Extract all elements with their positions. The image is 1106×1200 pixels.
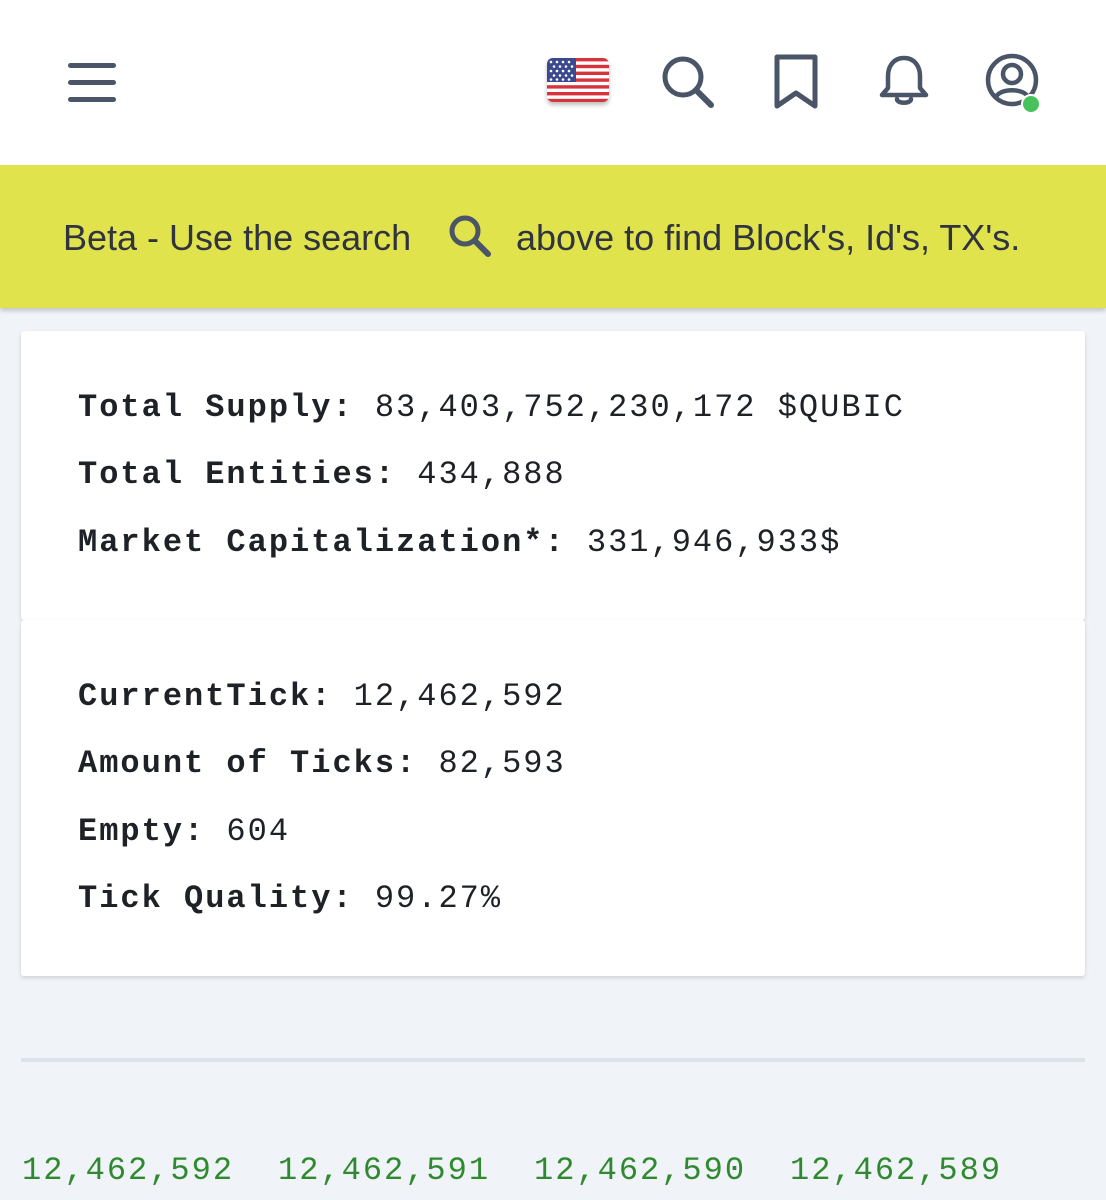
amount-ticks-row: Amount of Ticks: 82,593: [78, 745, 566, 782]
market-cap-row: Market Capitalization*: 331,946,933$: [78, 524, 841, 561]
current-tick-label: CurrentTick:: [78, 678, 333, 715]
us-flag-icon[interactable]: [547, 58, 609, 102]
search-icon[interactable]: [658, 52, 718, 112]
banner-text-after: above to find Block's, Id's, TX's.: [516, 217, 1021, 258]
market-cap-label: Market Capitalization*:: [78, 524, 566, 561]
total-entities-label: Total Entities:: [78, 456, 397, 493]
empty-ticks-value: 604: [226, 813, 291, 850]
tick-link[interactable]: 12,462,591: [278, 1152, 490, 1189]
top-navigation-bar: [0, 0, 1106, 165]
tick-quality-value: 99.27%: [374, 880, 503, 917]
tick-quality-row: Tick Quality: 99.27%: [78, 880, 502, 917]
supply-stats-card: Total Supply: 83,403,752,230,172 $QUBIC …: [21, 331, 1085, 620]
hamburger-menu-icon[interactable]: [68, 62, 118, 104]
empty-ticks-row: Empty: 604: [78, 813, 290, 850]
search-icon: [446, 212, 494, 265]
tick-link[interactable]: 12,462,590: [534, 1152, 746, 1189]
tick-quality-label: Tick Quality:: [78, 880, 354, 917]
beta-banner: Beta - Use the search above to find Bloc…: [0, 165, 1106, 308]
market-cap-value: 331,946,933$: [586, 524, 842, 561]
bookmark-icon[interactable]: [767, 52, 827, 112]
tick-stats-card: CurrentTick: 12,462,592 Amount of Ticks:…: [21, 620, 1085, 976]
banner-text-before: Beta - Use the search: [63, 217, 412, 258]
total-entities-value: 434,888: [417, 456, 566, 493]
total-entities-row: Total Entities: 434,888: [78, 456, 566, 493]
section-divider: [21, 1058, 1085, 1062]
current-tick-value: 12,462,592: [353, 678, 566, 715]
tick-link[interactable]: 12,462,592: [22, 1152, 234, 1189]
total-supply-label: Total Supply:: [78, 389, 354, 426]
total-supply-value: 83,403,752,230,172 $QUBIC: [374, 389, 905, 426]
online-status-dot: [1021, 94, 1041, 114]
empty-ticks-label: Empty:: [78, 813, 206, 850]
current-tick-row: CurrentTick: 12,462,592: [78, 678, 566, 715]
amount-ticks-value: 82,593: [438, 745, 566, 782]
bell-icon[interactable]: [875, 52, 935, 112]
amount-ticks-label: Amount of Ticks:: [78, 745, 418, 782]
tick-link[interactable]: 12,462,589: [790, 1152, 1002, 1189]
total-supply-row: Total Supply: 83,403,752,230,172 $QUBIC: [78, 389, 905, 426]
